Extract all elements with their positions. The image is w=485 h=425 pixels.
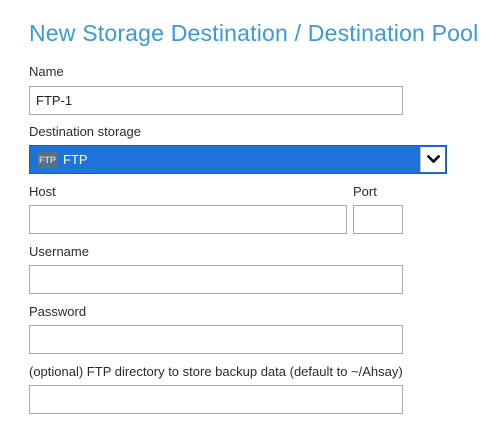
chevron-down-icon [427, 155, 440, 164]
destination-storage-selected-value: FTP [63, 152, 88, 167]
username-label: Username [29, 244, 89, 259]
username-input[interactable] [29, 265, 403, 294]
ftp-icon: FTP [37, 152, 58, 168]
dropdown-toggle[interactable] [420, 147, 445, 172]
ftp-directory-input[interactable] [29, 385, 403, 414]
password-input[interactable] [29, 325, 403, 354]
destination-storage-select[interactable]: FTP FTP [29, 145, 447, 174]
password-label: Password [29, 304, 87, 319]
host-input[interactable] [29, 205, 347, 234]
port-input[interactable] [353, 205, 403, 234]
destination-storage-label: Destination storage [29, 124, 142, 139]
ftp-directory-label: (optional) FTP directory to store backup… [29, 364, 403, 379]
name-label: Name [29, 64, 64, 79]
port-label: Port [353, 184, 377, 199]
host-label: Host [29, 184, 56, 199]
dialog-title: New Storage Destination / Destination Po… [29, 20, 479, 46]
name-input[interactable]: FTP-1 [29, 86, 403, 115]
